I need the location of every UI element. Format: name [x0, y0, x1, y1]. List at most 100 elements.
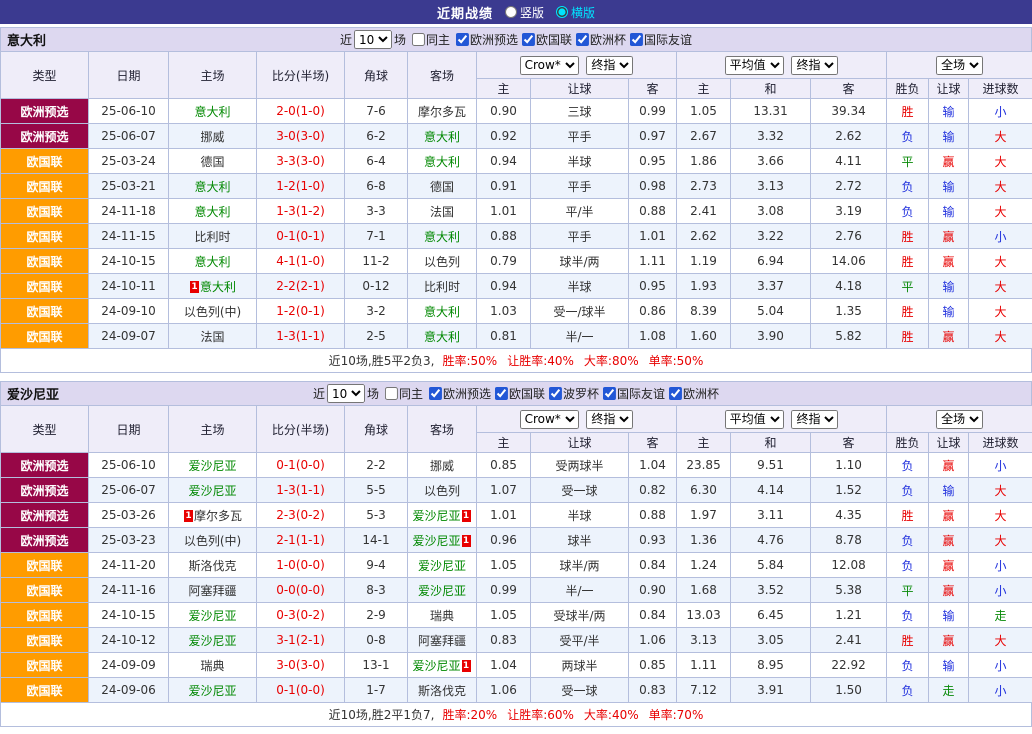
- home-odds: 0.79: [477, 249, 531, 274]
- summary-stat: 大率:40%: [584, 706, 639, 723]
- average-select[interactable]: 平均值: [725, 410, 784, 429]
- away-odds: 0.90: [629, 578, 677, 603]
- home-odds: 1.07: [477, 478, 531, 503]
- stage1-select[interactable]: 终指: [586, 410, 633, 429]
- col-header-type: 类型: [1, 52, 89, 99]
- match-count-select[interactable]: 10: [327, 384, 365, 403]
- stage2-select[interactable]: 终指: [791, 410, 838, 429]
- home-odds: 0.99: [477, 578, 531, 603]
- handicap-line: 半球: [531, 149, 629, 174]
- home-team: 1意大利: [169, 274, 257, 299]
- match-row: 欧洲预选25-06-10爱沙尼亚0-1(0-0)2-2挪威0.85受两球半1.0…: [1, 453, 1032, 478]
- match-row: 欧洲预选25-06-10意大利2-0(1-0)7-6摩尔多瓦0.90三球0.99…: [1, 99, 1032, 124]
- same-home-checkbox[interactable]: [412, 33, 425, 46]
- result-goals: 大: [969, 299, 1032, 324]
- sub-header-away-odds: 客: [629, 79, 677, 99]
- match-date: 25-06-10: [89, 453, 169, 478]
- league-filter[interactable]: 欧洲预选: [452, 31, 518, 48]
- average-select[interactable]: 平均值: [725, 56, 784, 75]
- league-filter[interactable]: 欧洲预选: [425, 385, 491, 402]
- same-home-filter[interactable]: 同主: [408, 31, 450, 48]
- home-team: 斯洛伐克: [169, 553, 257, 578]
- result-win-lose: 负: [887, 603, 929, 628]
- avg-draw-odds: 3.13: [731, 174, 811, 199]
- away-odds: 0.88: [629, 199, 677, 224]
- avg-home-odds: 3.13: [677, 628, 731, 653]
- match-type: 欧洲预选: [1, 453, 89, 478]
- match-score: 3-0(3-0): [257, 653, 345, 678]
- league-checkbox[interactable]: [630, 33, 643, 46]
- same-home-checkbox[interactable]: [385, 387, 398, 400]
- league-filter[interactable]: 欧洲杯: [572, 31, 626, 48]
- result-goals: 小: [969, 453, 1032, 478]
- page-title: 近期战绩: [437, 3, 493, 22]
- league-checkbox[interactable]: [456, 33, 469, 46]
- league-checkbox[interactable]: [669, 387, 682, 400]
- handicap-line: 平手: [531, 124, 629, 149]
- bookmaker-select[interactable]: Crow*: [520, 56, 579, 75]
- away-odds: 0.98: [629, 174, 677, 199]
- match-date: 24-10-15: [89, 603, 169, 628]
- col-header-away: 客场: [408, 52, 477, 99]
- away-team: 比利时: [408, 274, 477, 299]
- result-goals: 走: [969, 603, 1032, 628]
- vertical-layout-radio[interactable]: [505, 6, 517, 18]
- result-handicap: 输: [929, 199, 969, 224]
- avg-home-odds: 1.86: [677, 149, 731, 174]
- away-team-name: 挪威: [430, 459, 454, 473]
- match-count-select[interactable]: 10: [354, 30, 392, 49]
- home-team-name: 爱沙尼亚: [188, 459, 236, 473]
- match-type: 欧国联: [1, 324, 89, 349]
- match-row: 欧国联24-09-06爱沙尼亚0-1(0-0)1-7斯洛伐克1.06受一球0.8…: [1, 678, 1032, 703]
- handicap-line: 受平/半: [531, 628, 629, 653]
- bookmaker-select[interactable]: Crow*: [520, 410, 579, 429]
- league-checkbox[interactable]: [495, 387, 508, 400]
- avg-away-odds: 22.92: [811, 653, 887, 678]
- match-date: 24-09-06: [89, 678, 169, 703]
- layout-option-vertical[interactable]: 竖版: [505, 4, 544, 21]
- league-checkbox[interactable]: [549, 387, 562, 400]
- match-date: 25-03-24: [89, 149, 169, 174]
- fulltime-select[interactable]: 全场: [936, 410, 983, 429]
- result-handicap: 输: [929, 603, 969, 628]
- league-label: 欧国联: [509, 385, 545, 402]
- stage1-select[interactable]: 终指: [586, 56, 633, 75]
- avg-away-odds: 1.50: [811, 678, 887, 703]
- layout-option-horizontal[interactable]: 横版: [556, 4, 595, 21]
- avg-away-odds: 1.21: [811, 603, 887, 628]
- sub-header-handicap: 让球: [531, 79, 629, 99]
- result-goals: 小: [969, 224, 1032, 249]
- fulltime-select[interactable]: 全场: [936, 56, 983, 75]
- match-row: 欧国联24-10-12爱沙尼亚3-1(2-1)0-8阿塞拜疆0.83受平/半1.…: [1, 628, 1032, 653]
- league-label: 波罗杯: [563, 385, 599, 402]
- same-home-filter[interactable]: 同主: [381, 385, 423, 402]
- league-filter[interactable]: 波罗杯: [545, 385, 599, 402]
- home-odds: 0.94: [477, 149, 531, 174]
- league-filter[interactable]: 欧国联: [491, 385, 545, 402]
- league-filter[interactable]: 国际友谊: [599, 385, 665, 402]
- horizontal-layout-radio[interactable]: [556, 6, 568, 18]
- league-checkbox[interactable]: [603, 387, 616, 400]
- result-handicap: 赢: [929, 503, 969, 528]
- away-team-name: 瑞典: [430, 609, 454, 623]
- match-score: 3-0(3-0): [257, 124, 345, 149]
- league-checkbox[interactable]: [429, 387, 442, 400]
- league-checkbox[interactable]: [522, 33, 535, 46]
- match-score: 2-2(2-1): [257, 274, 345, 299]
- league-filter[interactable]: 欧国联: [518, 31, 572, 48]
- league-checkbox[interactable]: [576, 33, 589, 46]
- match-row: 欧国联24-10-15爱沙尼亚0-3(0-2)2-9瑞典1.05受球半/两0.8…: [1, 603, 1032, 628]
- stage2-select[interactable]: 终指: [791, 56, 838, 75]
- vertical-layout-label: 竖版: [520, 4, 544, 21]
- corner-score: 1-7: [345, 678, 408, 703]
- result-win-lose: 平: [887, 578, 929, 603]
- avg-away-odds: 1.35: [811, 299, 887, 324]
- summary-prefix: 近10场,胜5平2负3,: [329, 352, 435, 369]
- fulltime-result-group: 全场: [887, 52, 1032, 79]
- match-date: 24-09-09: [89, 653, 169, 678]
- away-team: 斯洛伐克: [408, 678, 477, 703]
- sub-header-home-odds: 主: [477, 79, 531, 99]
- league-filter[interactable]: 国际友谊: [626, 31, 692, 48]
- away-team-name: 意大利: [424, 305, 460, 319]
- league-filter[interactable]: 欧洲杯: [665, 385, 719, 402]
